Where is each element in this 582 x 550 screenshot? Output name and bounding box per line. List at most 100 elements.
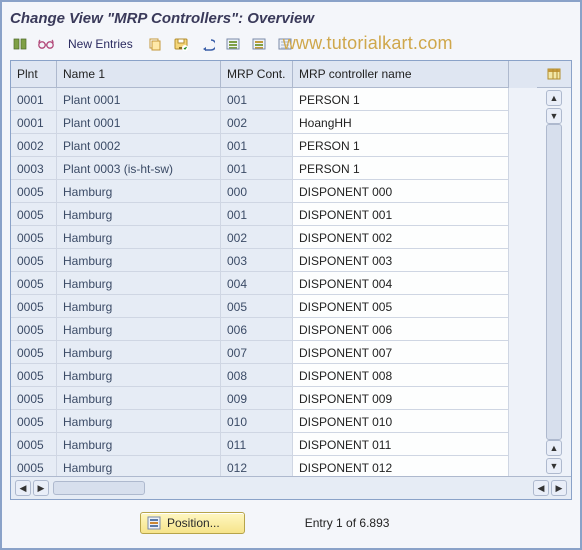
cell-mrp-cont[interactable]: 011 <box>221 433 293 456</box>
table-row[interactable]: 0005Hamburg012DISPONENT 012 <box>11 456 537 476</box>
table-row[interactable]: 0005Hamburg004DISPONENT 004 <box>11 272 537 295</box>
cell-plnt[interactable]: 0005 <box>11 456 57 476</box>
cell-plnt[interactable]: 0005 <box>11 318 57 341</box>
table-row[interactable]: 0002Plant 0002001PERSON 1 <box>11 134 537 157</box>
cell-mrp-controller-name[interactable]: DISPONENT 010 <box>293 410 509 433</box>
cell-plnt[interactable]: 0005 <box>11 295 57 318</box>
cell-name1[interactable]: Hamburg <box>57 180 221 203</box>
cell-mrp-cont[interactable]: 001 <box>221 88 293 111</box>
cell-plnt[interactable]: 0002 <box>11 134 57 157</box>
cell-plnt[interactable]: 0005 <box>11 203 57 226</box>
hscroll-right-icon[interactable]: ▶ <box>33 480 49 496</box>
cell-mrp-cont[interactable]: 003 <box>221 249 293 272</box>
hscroll-right2-icon[interactable]: ▶ <box>551 480 567 496</box>
table-row[interactable]: 0001Plant 0001001PERSON 1 <box>11 88 537 111</box>
cell-mrp-cont[interactable]: 009 <box>221 387 293 410</box>
scroll-up-icon[interactable]: ▲ <box>546 90 562 106</box>
cell-mrp-controller-name[interactable]: DISPONENT 002 <box>293 226 509 249</box>
cell-plnt[interactable]: 0005 <box>11 180 57 203</box>
cell-name1[interactable]: Hamburg <box>57 341 221 364</box>
cell-name1[interactable]: Plant 0002 <box>57 134 221 157</box>
cell-name1[interactable]: Hamburg <box>57 295 221 318</box>
cell-name1[interactable]: Hamburg <box>57 226 221 249</box>
cell-mrp-cont[interactable]: 008 <box>221 364 293 387</box>
cell-mrp-controller-name[interactable]: PERSON 1 <box>293 134 509 157</box>
save-variant-icon[interactable] <box>171 35 191 53</box>
col-name1[interactable]: Name 1 <box>57 61 221 88</box>
cell-mrp-controller-name[interactable]: DISPONENT 012 <box>293 456 509 476</box>
cell-plnt[interactable]: 0005 <box>11 249 57 272</box>
cell-mrp-cont[interactable]: 002 <box>221 226 293 249</box>
cell-mrp-controller-name[interactable]: DISPONENT 008 <box>293 364 509 387</box>
table-row[interactable]: 0005Hamburg010DISPONENT 010 <box>11 410 537 433</box>
copy-icon[interactable] <box>145 35 165 53</box>
cell-name1[interactable]: Hamburg <box>57 433 221 456</box>
cell-plnt[interactable]: 0005 <box>11 272 57 295</box>
table-row[interactable]: 0005Hamburg006DISPONENT 006 <box>11 318 537 341</box>
cell-plnt[interactable]: 0005 <box>11 433 57 456</box>
cell-plnt[interactable]: 0005 <box>11 226 57 249</box>
cell-mrp-cont[interactable]: 001 <box>221 134 293 157</box>
cell-mrp-controller-name[interactable]: PERSON 1 <box>293 88 509 111</box>
new-entries-button[interactable]: New Entries <box>62 35 139 53</box>
cell-mrp-controller-name[interactable]: DISPONENT 001 <box>293 203 509 226</box>
cell-mrp-controller-name[interactable]: DISPONENT 009 <box>293 387 509 410</box>
cell-mrp-controller-name[interactable]: DISPONENT 011 <box>293 433 509 456</box>
vertical-scrollbar[interactable]: ▲ ▼ ▲ ▼ <box>537 88 571 476</box>
cell-plnt[interactable]: 0005 <box>11 341 57 364</box>
cell-mrp-cont[interactable]: 004 <box>221 272 293 295</box>
cell-name1[interactable]: Hamburg <box>57 410 221 433</box>
select-block-icon[interactable] <box>249 35 269 53</box>
cell-mrp-controller-name[interactable]: DISPONENT 000 <box>293 180 509 203</box>
expand-toggle-icon[interactable] <box>10 35 30 53</box>
cell-mrp-controller-name[interactable]: DISPONENT 007 <box>293 341 509 364</box>
cell-plnt[interactable]: 0005 <box>11 387 57 410</box>
scroll-down-bottom-icon[interactable]: ▼ <box>546 458 562 474</box>
cell-mrp-controller-name[interactable]: DISPONENT 005 <box>293 295 509 318</box>
col-plnt[interactable]: Plnt <box>11 61 57 88</box>
hscroll-left2-icon[interactable]: ◀ <box>533 480 549 496</box>
cell-mrp-cont[interactable]: 006 <box>221 318 293 341</box>
cell-name1[interactable]: Hamburg <box>57 364 221 387</box>
cell-plnt[interactable]: 0001 <box>11 111 57 134</box>
cell-mrp-cont[interactable]: 000 <box>221 180 293 203</box>
cell-name1[interactable]: Plant 0001 <box>57 111 221 134</box>
table-row[interactable]: 0005Hamburg001DISPONENT 001 <box>11 203 537 226</box>
scroll-down-icon[interactable]: ▼ <box>546 108 562 124</box>
cell-name1[interactable]: Plant 0001 <box>57 88 221 111</box>
cell-mrp-cont[interactable]: 001 <box>221 203 293 226</box>
select-all-icon[interactable] <box>223 35 243 53</box>
cell-mrp-cont[interactable]: 010 <box>221 410 293 433</box>
table-row[interactable]: 0001Plant 0001002HoangHH <box>11 111 537 134</box>
cell-mrp-controller-name[interactable]: PERSON 1 <box>293 157 509 180</box>
table-settings-icon[interactable] <box>544 65 564 83</box>
glasses-icon[interactable] <box>36 35 56 53</box>
table-row[interactable]: 0005Hamburg005DISPONENT 005 <box>11 295 537 318</box>
horizontal-scrollbar[interactable]: ◀ ▶ ◀ ▶ <box>11 476 571 499</box>
cell-name1[interactable]: Hamburg <box>57 387 221 410</box>
cell-plnt[interactable]: 0001 <box>11 88 57 111</box>
cell-mrp-cont[interactable]: 012 <box>221 456 293 476</box>
col-mrp-controller-name[interactable]: MRP controller name <box>293 61 509 88</box>
cell-mrp-cont[interactable]: 001 <box>221 157 293 180</box>
table-row[interactable]: 0005Hamburg007DISPONENT 007 <box>11 341 537 364</box>
cell-name1[interactable]: Hamburg <box>57 249 221 272</box>
cell-name1[interactable]: Plant 0003 (is-ht-sw) <box>57 157 221 180</box>
cell-plnt[interactable]: 0003 <box>11 157 57 180</box>
hscroll-left-icon[interactable]: ◀ <box>15 480 31 496</box>
col-mrp-cont[interactable]: MRP Cont. <box>221 61 293 88</box>
cell-mrp-cont[interactable]: 005 <box>221 295 293 318</box>
scroll-up-bottom-icon[interactable]: ▲ <box>546 440 562 456</box>
cell-mrp-controller-name[interactable]: DISPONENT 004 <box>293 272 509 295</box>
table-row[interactable]: 0005Hamburg002DISPONENT 002 <box>11 226 537 249</box>
cell-mrp-cont[interactable]: 002 <box>221 111 293 134</box>
hscroll-track-left[interactable] <box>53 481 145 495</box>
table-row[interactable]: 0005Hamburg011DISPONENT 011 <box>11 433 537 456</box>
deselect-all-icon[interactable] <box>275 35 295 53</box>
cell-plnt[interactable]: 0005 <box>11 364 57 387</box>
cell-name1[interactable]: Hamburg <box>57 456 221 476</box>
undo-icon[interactable] <box>197 35 217 53</box>
cell-name1[interactable]: Hamburg <box>57 318 221 341</box>
cell-name1[interactable]: Hamburg <box>57 272 221 295</box>
position-button[interactable]: Position... <box>140 512 245 534</box>
